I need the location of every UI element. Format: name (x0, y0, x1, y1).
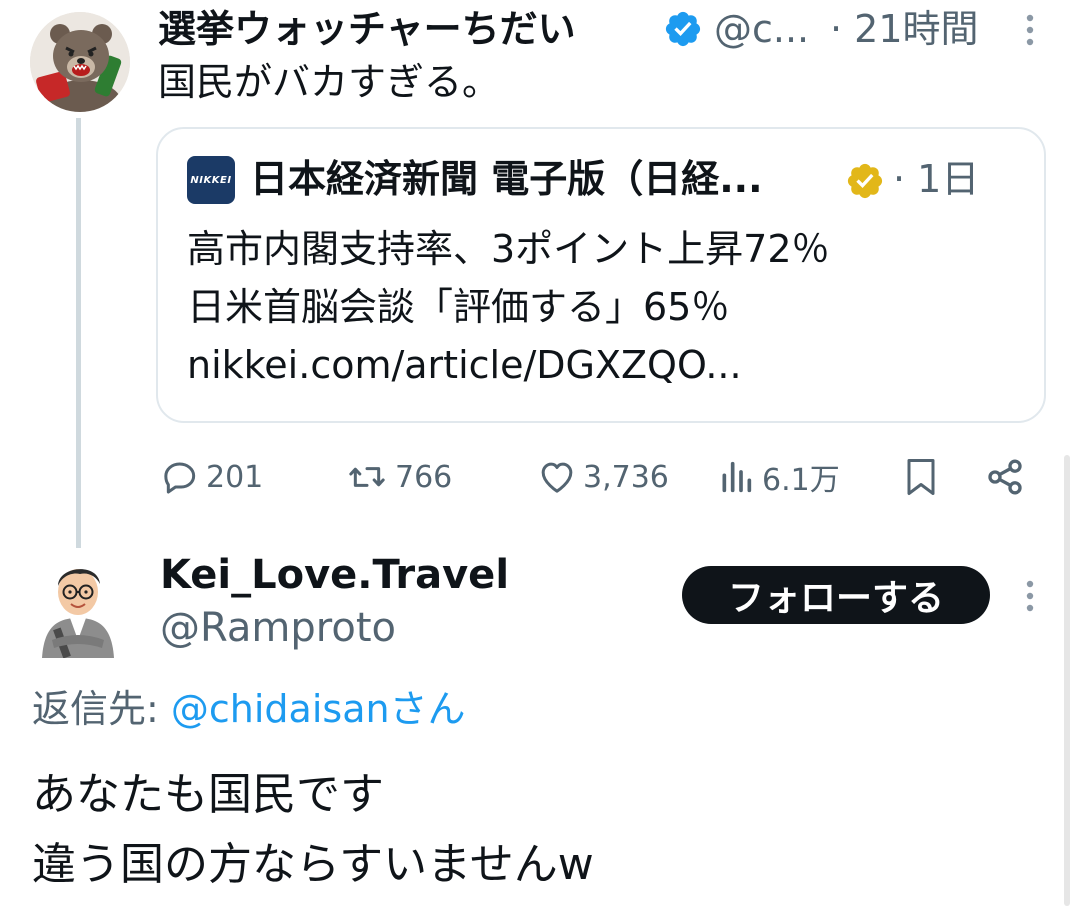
bookmark-button[interactable] (903, 455, 939, 499)
follow-button[interactable]: フォローする (682, 566, 990, 624)
views-chart-icon (722, 461, 752, 493)
replying-to-label: 返信先: (32, 687, 171, 731)
views-count: 6.1万 (762, 463, 840, 498)
thread-line (76, 118, 81, 548)
like-button[interactable]: 3,736 (537, 455, 669, 499)
nikkei-logo: NIKKEI (187, 156, 235, 204)
more-options-icon[interactable] (1018, 578, 1042, 614)
reply-button[interactable]: 201 (160, 455, 263, 499)
quoted-text-line: 日米首脳会談「評価する」65％ (187, 285, 730, 329)
retweet-icon (349, 467, 385, 487)
bear-avatar-icon (30, 12, 130, 112)
quoted-link[interactable]: nikkei.com/article/DGXZQO... (187, 336, 830, 394)
reply-text-line: 違う国の方ならすいませんw (32, 839, 594, 890)
reply-count: 201 (206, 459, 264, 495)
like-count: 3,736 (583, 459, 669, 495)
reply-author-handle[interactable]: @Ramproto (160, 601, 396, 655)
more-options-icon[interactable] (1018, 12, 1042, 48)
tweet-timestamp[interactable]: · 21時間 (830, 4, 979, 54)
quoted-author-name[interactable]: 日本経済新聞 電子版（日経... (250, 153, 763, 205)
share-button[interactable] (985, 455, 1025, 499)
author-name[interactable]: 選挙ウォッチャーちだい (158, 4, 576, 54)
quoted-text-line: 高市内閣支持率、3ポイント上昇72％ (187, 227, 830, 271)
person-avatar-icon (28, 548, 128, 658)
retweet-button[interactable]: 766 (345, 455, 452, 499)
author-handle[interactable]: @c... (714, 4, 809, 54)
reply-text-line: あなたも国民です (32, 769, 384, 820)
quoted-timestamp[interactable]: · 1日 (893, 153, 979, 205)
reply-author-name[interactable]: Kei_Love.Travel (160, 548, 509, 602)
heart-icon (541, 462, 573, 493)
verified-badge-icon (665, 11, 701, 47)
author-avatar[interactable] (30, 12, 130, 112)
bookmark-icon (907, 459, 935, 495)
share-icon (988, 459, 1022, 495)
replying-to-line: 返信先: @chidaisanさん (32, 682, 466, 736)
gold-verified-badge-icon (847, 163, 883, 199)
scrollbar[interactable] (1064, 455, 1070, 906)
quoted-tweet-text: 高市内閣支持率、3ポイント上昇72％ 日米首脳会談「評価する」65％ nikke… (187, 220, 830, 394)
retweet-count: 766 (395, 459, 453, 495)
views-button[interactable]: 6.1万 (716, 455, 840, 499)
tweet-text: 国民がバカすぎる。 (158, 60, 501, 104)
reply-author-avatar[interactable] (28, 548, 128, 658)
replying-to-mention[interactable]: @chidaisanさん (171, 687, 466, 731)
reply-icon (164, 462, 196, 494)
reply-tweet-text: あなたも国民です 違う国の方ならすいませんw (32, 760, 594, 900)
